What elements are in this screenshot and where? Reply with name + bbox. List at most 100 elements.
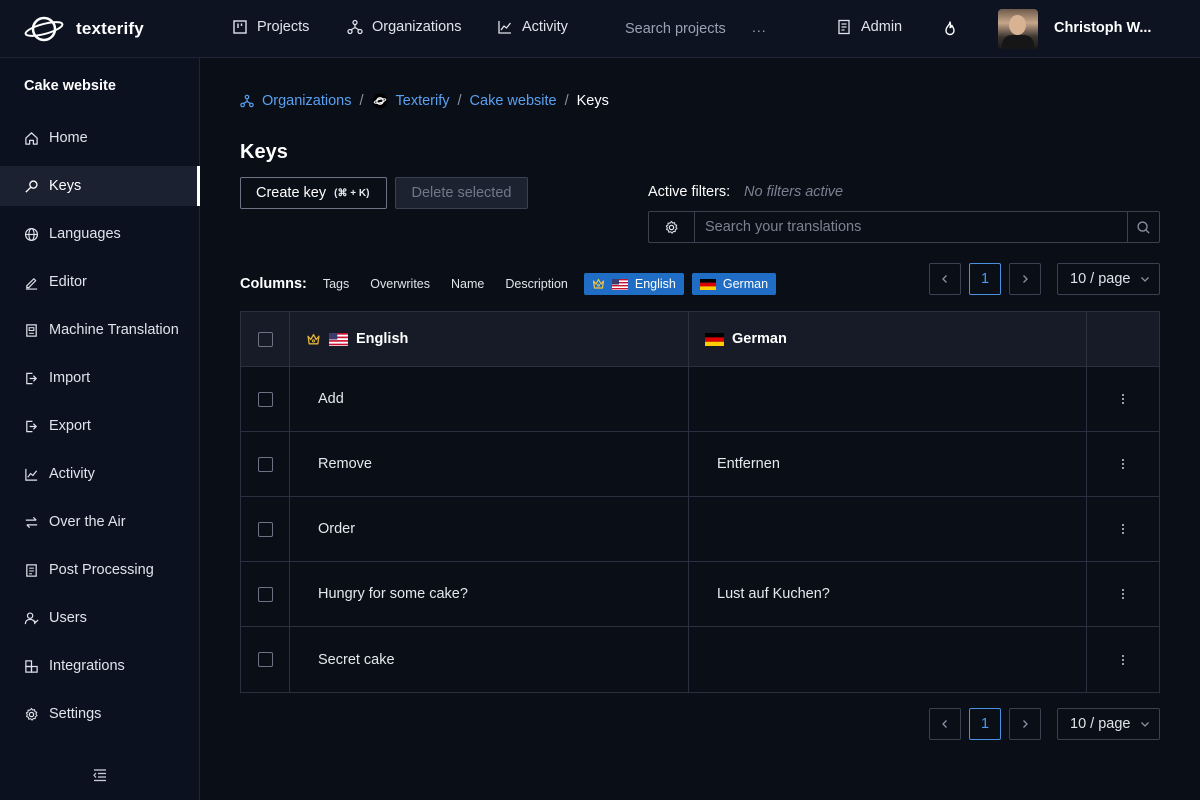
- sidebar-item-label: Machine Translation: [49, 322, 179, 338]
- nav-activity[interactable]: Activity: [497, 19, 568, 35]
- sidebar-item-over-the-air[interactable]: Over the Air: [0, 502, 200, 542]
- breadcrumb-texterify[interactable]: Texterify: [396, 93, 450, 109]
- integrations-icon: [25, 659, 38, 673]
- column-overwrites[interactable]: Overwrites: [370, 277, 430, 291]
- row-check-cell: [241, 432, 290, 496]
- sidebar-item-editor[interactable]: Editor: [0, 262, 200, 302]
- cell-german[interactable]: [689, 627, 1087, 692]
- column-tags[interactable]: Tags: [323, 277, 349, 291]
- user-name[interactable]: Christoph W...: [1054, 20, 1151, 36]
- row-checkbox[interactable]: [257, 391, 273, 407]
- page-size-select[interactable]: 10 / page: [1057, 263, 1160, 295]
- breadcrumb-cake-website[interactable]: Cake website: [470, 93, 557, 109]
- sidebar-item-post-processing[interactable]: Post Processing: [0, 550, 200, 590]
- column-name[interactable]: Name: [451, 277, 484, 291]
- flame-icon[interactable]: [941, 20, 959, 38]
- crown-icon: [592, 278, 604, 289]
- header-english: English: [290, 312, 689, 366]
- sidebar-item-settings[interactable]: Settings: [0, 694, 200, 734]
- search-button[interactable]: [1127, 212, 1159, 242]
- collapse-sidebar-icon[interactable]: [92, 768, 108, 782]
- sidebar-item-label: Post Processing: [49, 562, 154, 578]
- sidebar-item-activity[interactable]: Activity: [0, 454, 200, 494]
- sidebar-item-import[interactable]: Import: [0, 358, 200, 398]
- row-menu-button[interactable]: [1087, 367, 1159, 431]
- row-checkbox[interactable]: [257, 652, 273, 667]
- page-number[interactable]: 1: [969, 263, 1001, 295]
- key-icon: [25, 179, 38, 193]
- cell-english[interactable]: Add: [290, 367, 689, 431]
- cell-german[interactable]: Entfernen: [689, 432, 1087, 496]
- row-menu-button[interactable]: [1087, 627, 1159, 692]
- cell-english[interactable]: Order: [290, 497, 689, 561]
- sidebar-item-integrations[interactable]: Integrations: [0, 646, 200, 686]
- organizations-icon: [347, 19, 363, 35]
- breadcrumb-separator: /: [457, 93, 462, 109]
- cell-german[interactable]: Lust auf Kuchen?: [689, 562, 1087, 626]
- prev-page-button[interactable]: [929, 263, 961, 295]
- nav-activity-label: Activity: [522, 19, 568, 35]
- row-checkbox[interactable]: [257, 521, 273, 537]
- nav-projects[interactable]: Projects: [232, 19, 309, 35]
- create-key-button[interactable]: Create key (⌘ + K): [240, 177, 387, 209]
- header-german: German: [689, 312, 1087, 366]
- select-all-checkbox[interactable]: [257, 331, 273, 347]
- select-all-cell: [241, 312, 290, 366]
- next-page-button[interactable]: [1009, 708, 1041, 740]
- avatar[interactable]: [998, 9, 1038, 49]
- search-settings-button[interactable]: [649, 212, 695, 242]
- logo[interactable]: texterify: [24, 13, 144, 45]
- more-vertical-icon: [1122, 459, 1124, 469]
- page-title: Keys: [240, 141, 288, 163]
- us-flag-icon: [611, 278, 628, 290]
- cell-english[interactable]: Remove: [290, 432, 689, 496]
- row-checkbox[interactable]: [257, 586, 273, 602]
- sidebar-item-export[interactable]: Export: [0, 406, 200, 446]
- table-row: Order: [241, 497, 1159, 562]
- organizations-icon: [240, 94, 254, 108]
- page-size-select[interactable]: 10 / page: [1057, 708, 1160, 740]
- delete-selected-button[interactable]: Delete selected: [395, 177, 528, 209]
- search-projects[interactable]: Search projects: [625, 21, 726, 37]
- sidebar-item-label: Home: [49, 130, 88, 146]
- row-menu-button[interactable]: [1087, 497, 1159, 561]
- sidebar-item-machine-translation[interactable]: Machine Translation: [0, 310, 200, 350]
- chevron-right-icon: [1023, 275, 1028, 283]
- search-more[interactable]: ...: [752, 19, 767, 35]
- column-description[interactable]: Description: [505, 277, 568, 291]
- create-key-label: Create key: [256, 185, 327, 201]
- chevron-down-icon: [1141, 722, 1150, 727]
- cell-german[interactable]: [689, 497, 1087, 561]
- cell-german[interactable]: [689, 367, 1087, 431]
- prev-page-button[interactable]: [929, 708, 961, 740]
- sidebar-item-label: Import: [49, 370, 91, 386]
- sidebar-item-label: Users: [49, 610, 87, 626]
- chevron-down-icon: [1141, 277, 1150, 282]
- row-menu-button[interactable]: [1087, 432, 1159, 496]
- sidebar-item-languages[interactable]: Languages: [0, 214, 200, 254]
- row-menu-button[interactable]: [1087, 562, 1159, 626]
- row-checkbox[interactable]: [257, 456, 273, 472]
- more-vertical-icon: [1122, 394, 1124, 404]
- columns-label: Columns:: [240, 276, 307, 292]
- sidebar-item-home[interactable]: Home: [0, 118, 200, 158]
- pagination-top: 1 10 / page: [929, 263, 1160, 295]
- next-page-button[interactable]: [1009, 263, 1041, 295]
- active-filters-label: Active filters:: [648, 184, 731, 200]
- nav-organizations[interactable]: Organizations: [347, 19, 461, 35]
- row-check-cell: [241, 367, 290, 431]
- column-english[interactable]: English: [583, 273, 684, 295]
- header-german-label: German: [732, 331, 787, 347]
- top-bar: texterify Projects Organizations Activit…: [0, 0, 1200, 58]
- sidebar-item-keys[interactable]: Keys: [0, 166, 200, 206]
- breadcrumb-organizations[interactable]: Organizations: [262, 93, 351, 109]
- sidebar-item-users[interactable]: Users: [0, 598, 200, 638]
- cell-english[interactable]: Hungry for some cake?: [290, 562, 689, 626]
- nav-admin[interactable]: Admin: [836, 19, 902, 35]
- breadcrumb-separator: /: [359, 93, 364, 109]
- cell-english[interactable]: Secret cake: [290, 627, 689, 692]
- page-number[interactable]: 1: [969, 708, 1001, 740]
- search-input[interactable]: [695, 212, 1128, 242]
- column-german[interactable]: German: [691, 273, 777, 295]
- row-check-cell: [241, 497, 290, 561]
